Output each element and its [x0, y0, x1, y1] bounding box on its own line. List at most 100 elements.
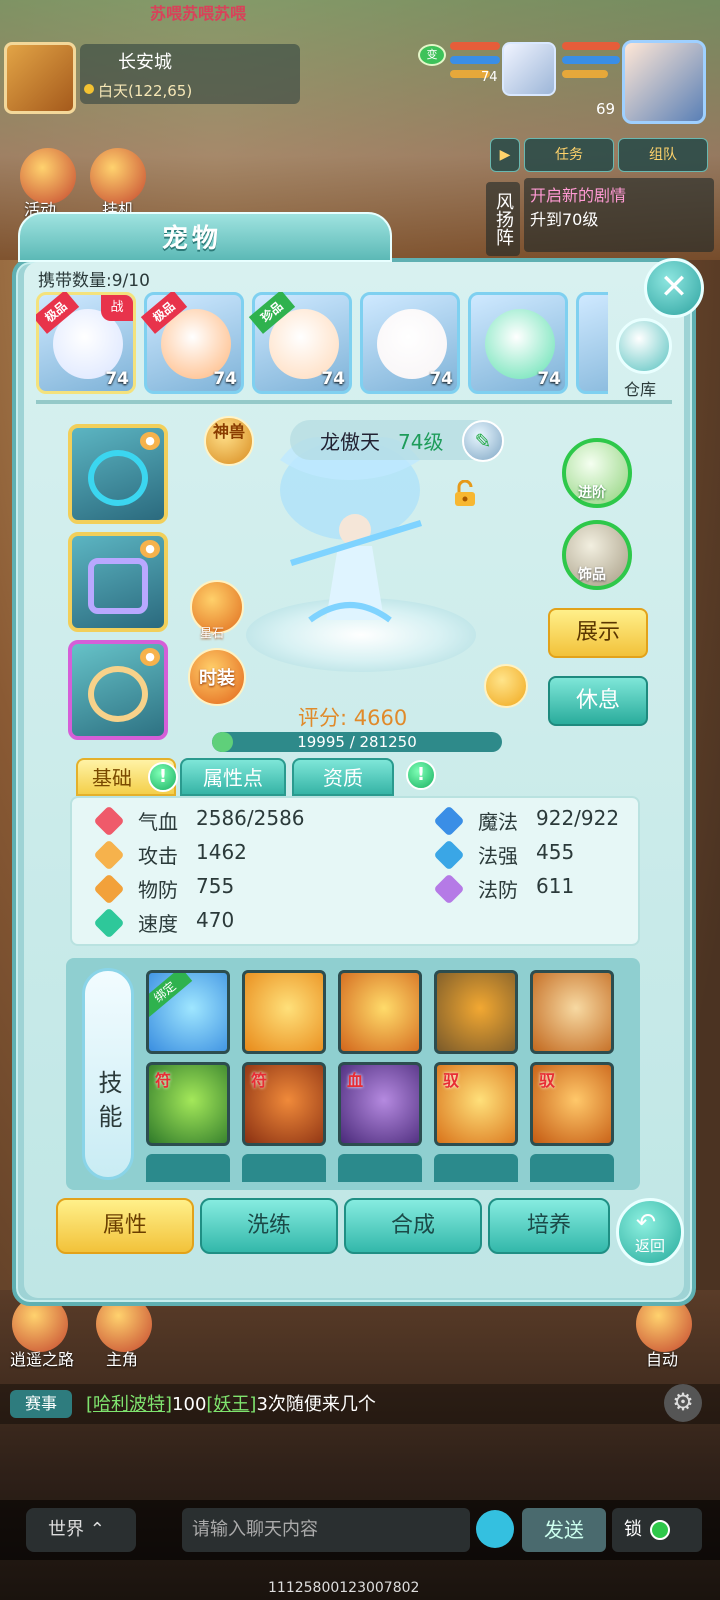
- empty-skill-slot[interactable]: [338, 1154, 422, 1182]
- skill-slot[interactable]: [338, 970, 422, 1054]
- empty-skill-slot[interactable]: [146, 1154, 230, 1182]
- pet-list: 极品 战 74 极品 74 珍品 74 74 74: [36, 292, 608, 398]
- empty-skill-slot[interactable]: [530, 1154, 614, 1182]
- tab-synthesize[interactable]: 合成: [344, 1198, 482, 1254]
- skill-tag: 驭: [539, 1071, 556, 1090]
- alert-icon[interactable]: !: [406, 760, 436, 790]
- quest-title: 开启新的剧情: [530, 186, 627, 205]
- emoji-icon[interactable]: [476, 1510, 514, 1548]
- mp-label: 魔法: [478, 810, 518, 834]
- bottom-counter: 11125800123007802: [268, 1580, 420, 1596]
- tab-team[interactable]: 组队: [618, 138, 708, 172]
- pet-slot[interactable]: 74: [360, 292, 460, 394]
- divine-beast-badge: 神兽: [204, 416, 254, 466]
- eye-icon[interactable]: [484, 664, 528, 708]
- formation-label[interactable]: 风扬阵: [486, 182, 520, 256]
- skill-slot[interactable]: [242, 970, 326, 1054]
- exp-text: 19995 / 281250: [297, 733, 417, 751]
- rename-brush-icon[interactable]: ✎: [462, 420, 504, 462]
- city-coordinates: 白天(122,65): [98, 82, 193, 100]
- equip-slot-amulet[interactable]: ●: [68, 640, 168, 740]
- hp-value: 2586/2586: [196, 806, 305, 830]
- skill-slot[interactable]: [434, 970, 518, 1054]
- divider: [36, 400, 672, 404]
- gear-icon[interactable]: ⚙: [664, 1384, 702, 1422]
- marquee-text: 苏喂苏喂苏喂: [150, 4, 247, 23]
- chat-input[interactable]: 请输入聊天内容: [182, 1508, 470, 1552]
- pet-level: 74: [537, 369, 561, 389]
- skill-slot[interactable]: 血: [338, 1062, 422, 1146]
- amulet-icon: [88, 666, 148, 722]
- speed-value: 470: [196, 908, 235, 932]
- pet-level: 74: [105, 369, 129, 389]
- close-icon[interactable]: ✕: [644, 258, 704, 318]
- attack-label: 攻击: [138, 844, 178, 868]
- tab-cultivate[interactable]: 培养: [488, 1198, 610, 1254]
- skills-label: 技能: [82, 968, 134, 1180]
- channel-select[interactable]: 世界 ⌃: [26, 1508, 136, 1552]
- battle-tag: 战: [101, 295, 133, 321]
- tab-attribute-points[interactable]: 属性点: [180, 758, 286, 796]
- pet-level: 74: [321, 369, 345, 389]
- rest-button[interactable]: 休息: [548, 676, 648, 726]
- skill-slot[interactable]: 绑定: [146, 970, 230, 1054]
- empty-skill-slot[interactable]: [434, 1154, 518, 1182]
- hp-label: 气血: [138, 810, 178, 834]
- tab-aptitude[interactable]: 资质: [292, 758, 394, 796]
- send-button[interactable]: 发送: [522, 1508, 606, 1552]
- skill-tag: 驭: [443, 1071, 460, 1090]
- pet-slot[interactable]: 74: [468, 292, 568, 394]
- skill-slot[interactable]: [530, 970, 614, 1054]
- skill-slot[interactable]: 符: [242, 1062, 326, 1146]
- team-member-level: 74: [481, 70, 498, 85]
- chat-player-link[interactable]: [哈利波特]: [86, 1394, 172, 1415]
- tab-attributes[interactable]: 属性: [56, 1198, 194, 1254]
- defense-value: 755: [196, 874, 235, 898]
- pet-slot-partial[interactable]: [576, 292, 608, 394]
- armor-icon: [88, 558, 148, 614]
- defense-label: 物防: [138, 878, 178, 902]
- spell-power-label: 法强: [478, 844, 518, 868]
- player-avatar[interactable]: [622, 40, 706, 124]
- city-map-icon[interactable]: [4, 42, 76, 114]
- skill-slot[interactable]: 驭: [434, 1062, 518, 1146]
- pet-level-label: 74级: [398, 430, 444, 454]
- equip-slot-armor[interactable]: ●: [68, 532, 168, 632]
- pet-slot[interactable]: 极品 74: [140, 292, 244, 394]
- skill-slot[interactable]: 驭: [530, 1062, 614, 1146]
- sun-icon: [84, 84, 94, 94]
- collapse-arrow-icon[interactable]: ▶: [490, 138, 520, 172]
- tab-basic-label: 基础: [92, 766, 132, 790]
- empty-skill-slot[interactable]: [242, 1154, 326, 1182]
- unlock-icon[interactable]: [452, 480, 478, 508]
- team-member-avatar[interactable]: [502, 42, 556, 96]
- storage-label: 仓库: [624, 380, 657, 399]
- storage-house-icon[interactable]: [616, 318, 672, 374]
- hero-label: 主角: [106, 1350, 139, 1369]
- back-arrow-icon: ↶: [636, 1208, 657, 1236]
- lock-indicator: [650, 1520, 670, 1540]
- equip-slot-collar[interactable]: ●: [68, 424, 168, 524]
- ornament-label: 饰品: [578, 567, 606, 583]
- paw-icon: ●: [140, 648, 160, 666]
- magic-defense-value: 611: [536, 874, 575, 898]
- bound-ribbon: 绑定: [149, 973, 193, 1017]
- mp-value: 922/922: [536, 806, 620, 830]
- skill-slot[interactable]: 符: [146, 1062, 230, 1146]
- chat-message[interactable]: [哈利波特]100[妖王]3次随便来几个: [86, 1390, 376, 1416]
- show-button[interactable]: 展示: [548, 608, 648, 658]
- tab-quest[interactable]: 任务: [524, 138, 614, 172]
- pet-slot[interactable]: 极品 战 74: [36, 292, 136, 394]
- city-name: 长安城: [118, 52, 172, 73]
- chat-mid: 100: [172, 1394, 207, 1415]
- transform-badge[interactable]: 变: [418, 44, 446, 66]
- pet-level: 74: [213, 369, 237, 389]
- tab-refine[interactable]: 洗练: [200, 1198, 338, 1254]
- pet-slot[interactable]: 珍品 74: [248, 292, 352, 394]
- skill-tag: 符: [251, 1071, 268, 1090]
- quest-description: 升到70级: [530, 210, 599, 229]
- magic-defense-label: 法防: [478, 878, 518, 902]
- fashion-button[interactable]: 时装: [188, 648, 246, 706]
- chat-boss-link[interactable]: [妖王]: [206, 1394, 256, 1415]
- skill-tag: 符: [155, 1071, 172, 1090]
